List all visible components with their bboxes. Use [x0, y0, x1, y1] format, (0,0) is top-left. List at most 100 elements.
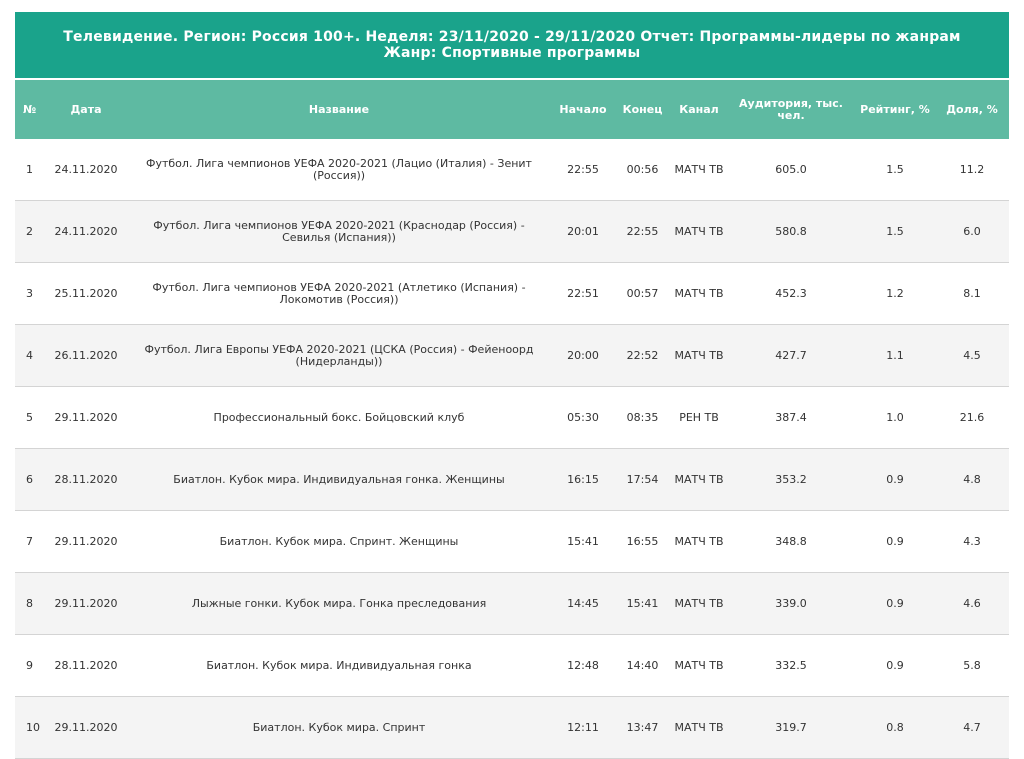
- cell-date: 24.11.2020: [46, 139, 126, 201]
- cell-end: 15:41: [614, 572, 671, 635]
- cell-name: Футбол. Лига чемпионов УЕФА 2020-2021 (К…: [126, 200, 552, 263]
- cell-end: 00:56: [614, 139, 671, 201]
- col-header-share[interactable]: Доля, %: [935, 80, 1009, 139]
- cell-num: 3: [15, 262, 46, 325]
- table-row: 5 29.11.2020 Профессиональный бокс. Бойцов…: [15, 386, 1009, 449]
- cell-date: 29.11.2020: [46, 386, 126, 449]
- cell-audience: 348.8: [727, 510, 855, 573]
- cell-num: 10: [15, 696, 46, 759]
- cell-share: 5.8: [935, 634, 1009, 697]
- cell-date: 29.11.2020: [46, 572, 126, 635]
- cell-audience: 339.0: [727, 572, 855, 635]
- cell-audience: 580.8: [727, 200, 855, 263]
- cell-date: 28.11.2020: [46, 634, 126, 697]
- cell-end: 16:55: [614, 510, 671, 573]
- cell-audience: 427.7: [727, 324, 855, 387]
- cell-rating: 1.5: [855, 139, 935, 201]
- col-header-channel[interactable]: Канал: [671, 80, 727, 139]
- table-row: 1 24.11.2020 Футбол. Лига чемпионов УЕФА 2…: [15, 139, 1009, 201]
- cell-end: 08:35: [614, 386, 671, 449]
- cell-start: 20:00: [552, 324, 614, 387]
- cell-num: 5: [15, 386, 46, 449]
- cell-num: 7: [15, 510, 46, 573]
- cell-date: 25.11.2020: [46, 262, 126, 325]
- col-header-date[interactable]: Дата: [46, 80, 126, 139]
- table-row: 7 29.11.2020 Биатлон. Кубок мира. Спринт. …: [15, 510, 1009, 573]
- cell-channel: РЕН ТВ: [671, 386, 727, 449]
- table-row: 3 25.11.2020 Футбол. Лига чемпионов УЕФА 2…: [15, 262, 1009, 325]
- cell-share: 11.2: [935, 139, 1009, 201]
- cell-date: 29.11.2020: [46, 510, 126, 573]
- cell-channel: МАТЧ ТВ: [671, 324, 727, 387]
- cell-name: Футбол. Лига чемпионов УЕФА 2020-2021 (Л…: [126, 139, 552, 201]
- cell-audience: 387.4: [727, 386, 855, 449]
- cell-date: 29.11.2020: [46, 696, 126, 759]
- table-row: 4 26.11.2020 Футбол. Лига Европы УЕФА 2020…: [15, 324, 1009, 387]
- cell-channel: МАТЧ ТВ: [671, 572, 727, 635]
- cell-rating: 0.9: [855, 510, 935, 573]
- cell-rating: 0.9: [855, 634, 935, 697]
- cell-rating: 1.0: [855, 386, 935, 449]
- cell-name: Биатлон. Кубок мира. Спринт. Женщины: [126, 510, 552, 573]
- cell-channel: МАТЧ ТВ: [671, 262, 727, 325]
- col-header-name[interactable]: Название: [126, 80, 552, 139]
- cell-share: 4.5: [935, 324, 1009, 387]
- table-row: 9 28.11.2020 Биатлон. Кубок мира. Индивиду…: [15, 634, 1009, 697]
- cell-start: 20:01: [552, 200, 614, 263]
- cell-name: Лыжные гонки. Кубок мира. Гонка преследо…: [126, 572, 552, 635]
- cell-channel: МАТЧ ТВ: [671, 510, 727, 573]
- header-row: № Дата Название Начало Конец Канал Аудит…: [15, 80, 1009, 139]
- cell-start: 16:15: [552, 448, 614, 511]
- cell-date: 24.11.2020: [46, 200, 126, 263]
- cell-end: 17:54: [614, 448, 671, 511]
- report-container: Телевидение. Регион: Россия 100+. Неделя…: [15, 12, 1009, 759]
- cell-date: 28.11.2020: [46, 448, 126, 511]
- col-header-rating[interactable]: Рейтинг, %: [855, 80, 935, 139]
- cell-channel: МАТЧ ТВ: [671, 200, 727, 263]
- cell-audience: 452.3: [727, 262, 855, 325]
- cell-num: 6: [15, 448, 46, 511]
- cell-rating: 1.1: [855, 324, 935, 387]
- cell-end: 13:47: [614, 696, 671, 759]
- cell-share: 4.6: [935, 572, 1009, 635]
- cell-start: 05:30: [552, 386, 614, 449]
- col-header-num[interactable]: №: [15, 80, 46, 139]
- report-title: Телевидение. Регион: Россия 100+. Неделя…: [15, 12, 1009, 78]
- cell-end: 22:55: [614, 200, 671, 263]
- cell-rating: 0.8: [855, 696, 935, 759]
- col-header-audience[interactable]: Аудитория, тыс. чел.: [727, 80, 855, 139]
- cell-end: 22:52: [614, 324, 671, 387]
- cell-channel: МАТЧ ТВ: [671, 696, 727, 759]
- cell-audience: 605.0: [727, 139, 855, 201]
- leaders-table: № Дата Название Начало Конец Канал Аудит…: [15, 80, 1009, 759]
- cell-channel: МАТЧ ТВ: [671, 448, 727, 511]
- cell-name: Биатлон. Кубок мира. Индивидуальная гонк…: [126, 634, 552, 697]
- cell-share: 8.1: [935, 262, 1009, 325]
- cell-name: Биатлон. Кубок мира. Индивидуальная гонк…: [126, 448, 552, 511]
- cell-share: 4.3: [935, 510, 1009, 573]
- cell-start: 15:41: [552, 510, 614, 573]
- cell-num: 9: [15, 634, 46, 697]
- cell-share: 6.0: [935, 200, 1009, 263]
- cell-audience: 332.5: [727, 634, 855, 697]
- cell-share: 4.7: [935, 696, 1009, 759]
- cell-num: 8: [15, 572, 46, 635]
- cell-audience: 353.2: [727, 448, 855, 511]
- cell-start: 12:11: [552, 696, 614, 759]
- cell-rating: 0.9: [855, 572, 935, 635]
- col-header-end[interactable]: Конец: [614, 80, 671, 139]
- table-row: 10 29.11.2020 Биатлон. Кубок мира. Спринт 1…: [15, 696, 1009, 759]
- cell-num: 1: [15, 139, 46, 201]
- cell-end: 00:57: [614, 262, 671, 325]
- cell-name: Биатлон. Кубок мира. Спринт: [126, 696, 552, 759]
- cell-share: 21.6: [935, 386, 1009, 449]
- cell-end: 14:40: [614, 634, 671, 697]
- cell-audience: 319.7: [727, 696, 855, 759]
- col-header-start[interactable]: Начало: [552, 80, 614, 139]
- cell-share: 4.8: [935, 448, 1009, 511]
- cell-channel: МАТЧ ТВ: [671, 634, 727, 697]
- table-row: 6 28.11.2020 Биатлон. Кубок мира. Индивиду…: [15, 448, 1009, 511]
- cell-rating: 1.2: [855, 262, 935, 325]
- cell-name: Футбол. Лига чемпионов УЕФА 2020-2021 (А…: [126, 262, 552, 325]
- table-row: 2 24.11.2020 Футбол. Лига чемпионов УЕФА 2…: [15, 200, 1009, 263]
